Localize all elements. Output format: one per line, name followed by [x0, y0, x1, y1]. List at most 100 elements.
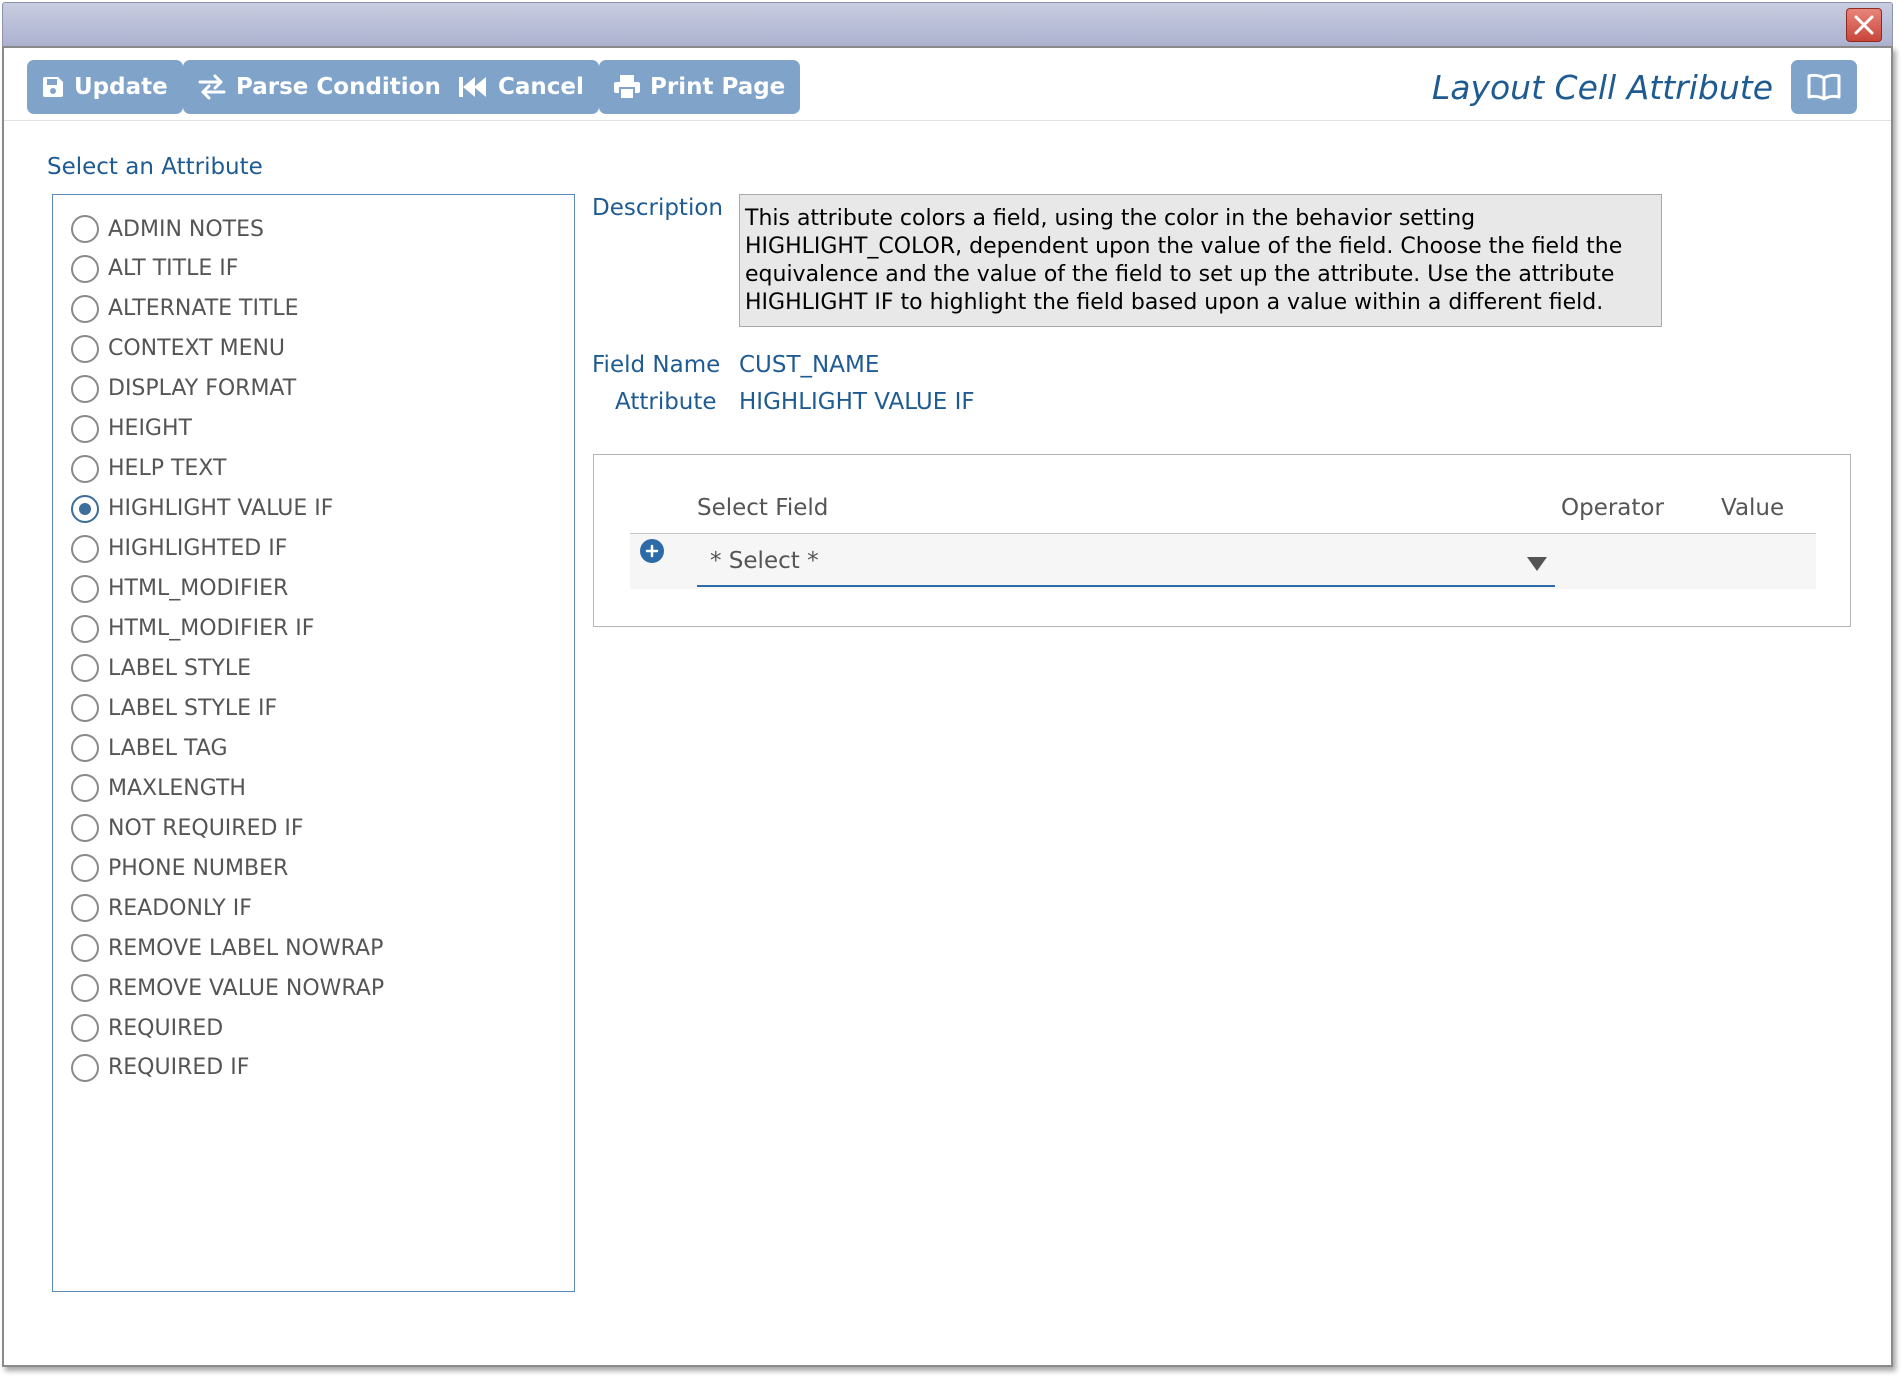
plus-icon	[645, 544, 659, 558]
radio-button[interactable]	[71, 215, 99, 243]
radio-button[interactable]	[71, 414, 99, 443]
attribute-option-label: HEIGHT	[108, 416, 192, 442]
attribute-option-label: REQUIRED IF	[108, 1055, 250, 1081]
fast-backward-icon	[459, 77, 486, 97]
attribute-option[interactable]: LABEL STYLE IF	[71, 688, 277, 728]
update-button-label: Update	[74, 74, 168, 100]
print-page-button[interactable]: Print Page	[599, 60, 801, 114]
radio-button[interactable]	[71, 1014, 99, 1042]
radio-button[interactable]	[71, 1053, 99, 1082]
radio-button[interactable]	[71, 294, 99, 323]
attribute-list-heading: Select an Attribute	[47, 154, 263, 180]
attribute-option[interactable]: REQUIRED	[71, 1008, 223, 1048]
attribute-option-label: HIGHLIGHT VALUE IF	[108, 496, 334, 522]
radio-button[interactable]	[71, 774, 99, 803]
attribute-option[interactable]: HELP TEXT	[71, 449, 226, 489]
radio-button[interactable]	[71, 254, 99, 283]
description-label: Description	[592, 195, 723, 221]
cancel-button-label: Cancel	[498, 74, 584, 100]
radio-button[interactable]	[71, 654, 99, 683]
book-icon	[1807, 73, 1841, 101]
attribute-option-label: REQUIRED	[108, 1015, 224, 1041]
attribute-option[interactable]: HIGHLIGHT VALUE IF	[71, 489, 333, 529]
attribute-option[interactable]: HIGHLIGHTED IF	[71, 529, 287, 569]
attribute-option-label: LABEL TAG	[108, 735, 228, 761]
select-field-value: * Select *	[710, 548, 819, 574]
value-column-header: Value	[1721, 495, 1785, 521]
attribute-option-label: LABEL STYLE IF	[108, 695, 278, 721]
dialog-window: Update Parse Condition Cancel Print Page…	[2, 46, 1893, 1367]
radio-button[interactable]	[71, 734, 99, 763]
print-icon	[614, 75, 640, 100]
field-name-label: Field Name	[592, 352, 721, 378]
cancel-button[interactable]: Cancel	[443, 60, 599, 114]
attribute-option[interactable]: CONTEXT MENU	[71, 329, 285, 369]
page-title: Layout Cell Attribute	[1431, 68, 1773, 107]
radio-button[interactable]	[71, 334, 99, 363]
attribute-option[interactable]: REMOVE LABEL NOWRAP	[71, 928, 383, 968]
radio-button[interactable]	[71, 694, 99, 723]
radio-button[interactable]	[71, 854, 99, 883]
attribute-option[interactable]: ALTERNATE TITLE	[71, 289, 299, 329]
attribute-option[interactable]: HTML_MODIFIER IF	[71, 609, 314, 649]
radio-button[interactable]	[71, 814, 99, 843]
toolbar: Update Parse Condition Cancel Print Page…	[4, 48, 1891, 121]
attribute-option[interactable]: REMOVE VALUE NOWRAP	[71, 968, 384, 1008]
exchange-icon	[198, 74, 226, 100]
attribute-option[interactable]: READONLY IF	[71, 888, 252, 928]
description-text: This attribute colors a field, using the…	[739, 194, 1662, 327]
attribute-option-label: DISPLAY FORMAT	[108, 376, 297, 402]
attribute-option-label: HTML_MODIFIER IF	[108, 616, 315, 641]
parse-condition-button-label: Parse Condition	[236, 74, 441, 100]
radio-button[interactable]	[71, 374, 99, 403]
attribute-option[interactable]: ALT TITLE IF	[71, 249, 238, 289]
close-icon	[1854, 15, 1874, 35]
update-button[interactable]: Update	[27, 60, 183, 114]
print-page-button-label: Print Page	[650, 74, 786, 100]
attribute-option-label: REMOVE VALUE NOWRAP	[108, 975, 385, 1001]
radio-button[interactable]	[71, 534, 99, 563]
attribute-option[interactable]: HEIGHT	[71, 409, 192, 449]
attribute-option-label: LABEL STYLE	[108, 655, 252, 681]
radio-button[interactable]	[71, 974, 99, 1003]
dropdown-arrow-icon	[1527, 557, 1547, 571]
attribute-label: Attribute	[615, 389, 717, 415]
attribute-list: ADMIN NOTES ALT TITLE IF ALTERNATE TITLE CO…	[52, 194, 575, 1292]
condition-grid: Select Field Operator Value * Select *	[593, 454, 1851, 627]
field-name-value: CUST_NAME	[739, 352, 880, 378]
help-book-button[interactable]	[1791, 60, 1857, 114]
attribute-option[interactable]: DISPLAY FORMAT	[71, 369, 296, 409]
attribute-option[interactable]: NOT REQUIRED IF	[71, 808, 304, 848]
attribute-option[interactable]: REQUIRED IF	[71, 1048, 249, 1088]
parse-condition-button[interactable]: Parse Condition	[183, 60, 456, 114]
attribute-option-label: HIGHLIGHTED IF	[108, 536, 288, 562]
attribute-option[interactable]: LABEL TAG	[71, 728, 228, 768]
add-condition-icon[interactable]	[640, 539, 664, 563]
select-field-dropdown[interactable]: * Select *	[697, 540, 1555, 587]
radio-button[interactable]	[71, 894, 99, 923]
attribute-option-label: REMOVE LABEL NOWRAP	[108, 935, 384, 961]
attribute-option[interactable]: LABEL STYLE	[71, 648, 251, 688]
attribute-option-label: MAXLENGTH	[108, 775, 246, 801]
description-line: HIGHLIGHT IF to highlight the field base…	[745, 290, 1604, 315]
attribute-option[interactable]: PHONE NUMBER	[71, 848, 288, 888]
radio-selected[interactable]	[71, 494, 99, 523]
attribute-option-label: READONLY IF	[108, 895, 252, 921]
window-titlebar	[2, 2, 1893, 46]
radio-button[interactable]	[71, 454, 99, 483]
radio-button[interactable]	[71, 574, 99, 603]
attribute-option-label: ADMIN NOTES	[108, 216, 264, 242]
radio-button[interactable]	[71, 934, 99, 963]
operator-column-header: Operator	[1561, 495, 1664, 521]
radio-button[interactable]	[71, 614, 99, 643]
attribute-option-label: NOT REQUIRED IF	[108, 815, 304, 841]
select-field-column-header: Select Field	[697, 495, 829, 521]
attribute-option-label: ALTERNATE TITLE	[108, 296, 299, 322]
attribute-option-label: ALT TITLE IF	[108, 256, 239, 282]
attribute-option-label: HELP TEXT	[108, 456, 227, 482]
attribute-option[interactable]: HTML_MODIFIER	[71, 569, 288, 609]
attribute-option[interactable]: ADMIN NOTES	[71, 209, 264, 249]
close-button[interactable]	[1846, 8, 1882, 42]
attribute-option-label: CONTEXT MENU	[108, 336, 286, 362]
attribute-option[interactable]: MAXLENGTH	[71, 768, 246, 808]
